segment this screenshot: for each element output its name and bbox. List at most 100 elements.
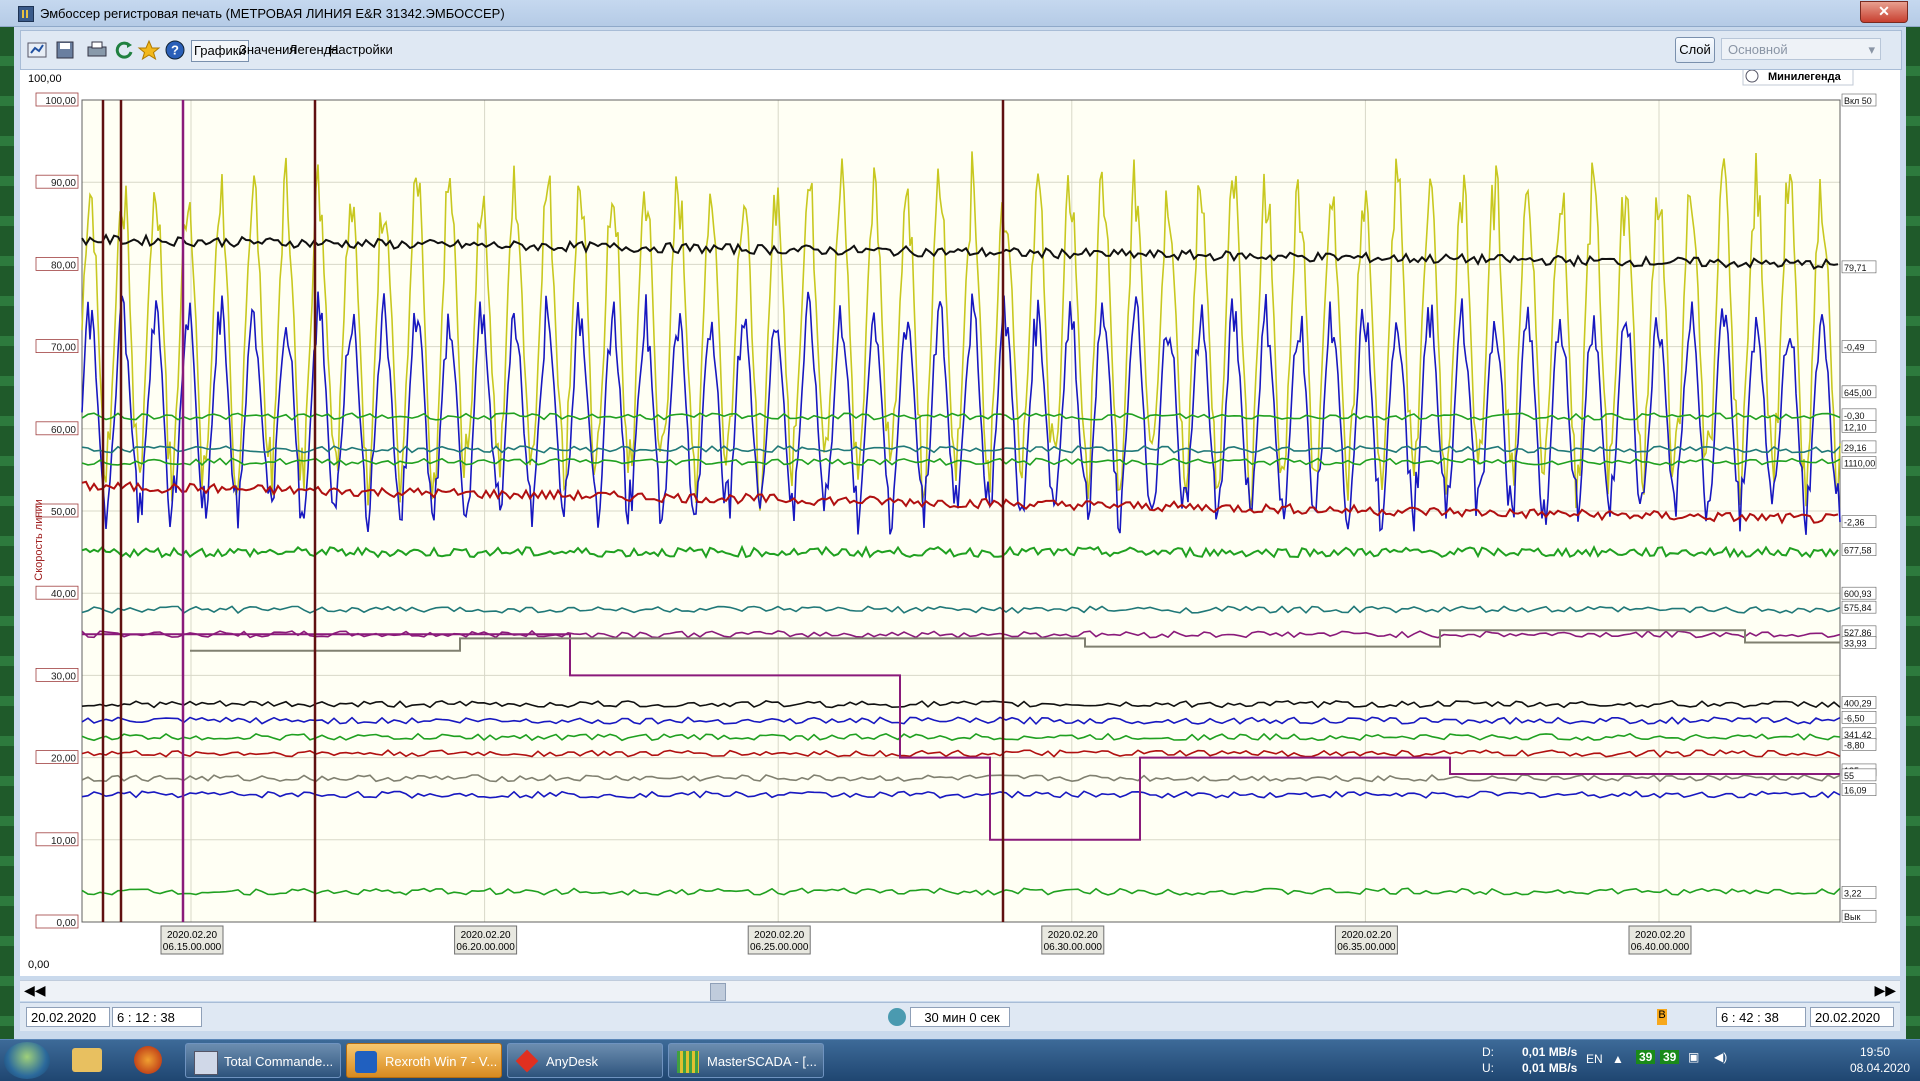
end-time-field[interactable]: 6 : 42 : 38 xyxy=(1716,1007,1806,1027)
period-field[interactable]: 30 мин 0 сек xyxy=(910,1007,1010,1027)
firefox-icon[interactable] xyxy=(134,1046,162,1074)
task-masterscada[interactable]: MasterSCADA - [... xyxy=(668,1043,824,1078)
chart-top-value: 100,00 xyxy=(28,73,62,85)
task-anydesk[interactable]: AnyDesk xyxy=(507,1043,663,1078)
x-tick-time: 06.15.00.000 xyxy=(163,942,222,953)
right-value-label: 29,16 xyxy=(1844,443,1867,453)
desktop-right-edge xyxy=(1906,26,1920,1039)
time-scrollbar[interactable]: ◀◀ ▶▶ xyxy=(20,980,1900,1001)
scroll-left-icon[interactable]: ◀◀ xyxy=(24,982,46,999)
tray-badge-1[interactable]: 39 xyxy=(1636,1050,1656,1064)
rexroth-icon xyxy=(355,1051,377,1073)
chart-area[interactable]: 100,00 90,00 80,00 70,00 60,00 50,00 40,00 30,0… xyxy=(20,70,1900,976)
period-refresh-icon[interactable] xyxy=(888,1008,906,1026)
right-value-label: 400,29 xyxy=(1844,699,1872,709)
net-download-value: 0,01 MB/s xyxy=(1522,1045,1578,1059)
period-value: 30 мин 0 сек xyxy=(924,1010,1000,1025)
minilegend-label: Минилегенда xyxy=(1768,71,1842,83)
trend-settings-icon[interactable] xyxy=(25,39,49,61)
x-tick-date: 2020.02.20 xyxy=(754,930,804,941)
right-value-label: 575,84 xyxy=(1844,603,1872,613)
toolbar: ? Графики Значения Легенда Настройки Сло… xyxy=(20,30,1902,70)
chart-bottom-value: 0,00 xyxy=(28,959,49,971)
layer-select-value: Основной xyxy=(1728,42,1788,57)
right-value-label: 677,58 xyxy=(1844,546,1872,556)
y-tick-label: 40,00 xyxy=(51,589,76,600)
start-time-value: 6 : 12 : 38 xyxy=(117,1010,175,1025)
language-indicator[interactable]: EN xyxy=(1586,1052,1603,1066)
anydesk-icon xyxy=(515,1049,539,1073)
x-tick-time: 06.30.00.000 xyxy=(1044,942,1103,953)
title-bar[interactable]: Эмбоссер регистровая печать (МЕТРОВАЯ ЛИ… xyxy=(0,0,1920,27)
right-value-label: Вык xyxy=(1844,912,1860,922)
y-tick-label: 80,00 xyxy=(51,260,76,271)
right-value-label: -0,30 xyxy=(1844,411,1865,421)
clock-date[interactable]: 08.04.2020 xyxy=(1850,1061,1910,1075)
y-axis-title: Скорость линии xyxy=(33,499,45,581)
help-icon[interactable]: ? xyxy=(163,39,187,61)
y-tick-label: 50,00 xyxy=(51,507,76,518)
right-value-label: 79,71 xyxy=(1844,263,1867,273)
task-rexroth[interactable]: Rexroth Win 7 - V... xyxy=(346,1043,502,1078)
end-time-value: 6 : 42 : 38 xyxy=(1721,1010,1779,1025)
explorer-icon[interactable] xyxy=(72,1048,102,1072)
layer-select[interactable]: Основной ▾ xyxy=(1721,38,1881,60)
x-tick-date: 2020.02.20 xyxy=(167,930,217,941)
right-value-label: -8,80 xyxy=(1844,740,1865,750)
right-value-label: 645,00 xyxy=(1844,388,1872,398)
print-icon[interactable] xyxy=(85,39,109,61)
refresh-icon[interactable] xyxy=(113,39,137,61)
right-value-label: 33,93 xyxy=(1844,639,1867,649)
start-date-field[interactable]: 20.02.2020 xyxy=(26,1007,110,1027)
net-upload-value: 0,01 MB/s xyxy=(1522,1061,1578,1075)
y-tick-label: 100,00 xyxy=(45,96,76,107)
right-value-label: 16,09 xyxy=(1844,786,1867,796)
clock-time[interactable]: 19:50 xyxy=(1860,1045,1890,1059)
y-tick-label: 70,00 xyxy=(51,343,76,354)
right-value-label: 600,93 xyxy=(1844,589,1872,599)
favorite-star-icon[interactable] xyxy=(137,39,161,61)
right-value-label: -6,50 xyxy=(1844,713,1865,723)
scroll-right-icon[interactable]: ▶▶ xyxy=(1874,982,1896,999)
y-tick-label: 60,00 xyxy=(51,425,76,436)
app-window: Эмбоссер регистровая печать (МЕТРОВАЯ ЛИ… xyxy=(0,0,1920,1039)
y-tick-label: 0,00 xyxy=(57,918,77,929)
x-tick-date: 2020.02.20 xyxy=(1341,930,1391,941)
trend-chart[interactable]: 100,00 90,00 80,00 70,00 60,00 50,00 40,00 30,0… xyxy=(20,70,1900,976)
x-tick-time: 06.35.00.000 xyxy=(1337,942,1396,953)
close-button[interactable]: ✕ xyxy=(1860,1,1908,23)
layer-button[interactable]: Слой xyxy=(1675,37,1715,63)
tray-badge-2[interactable]: 39 xyxy=(1660,1050,1680,1064)
task-total-commander[interactable]: Total Commande... xyxy=(185,1043,341,1078)
scroll-thumb[interactable] xyxy=(710,983,726,1001)
x-tick-time: 06.25.00.000 xyxy=(750,942,809,953)
tray-expand-icon[interactable]: ▲ xyxy=(1612,1052,1624,1066)
x-tick-date: 2020.02.20 xyxy=(461,930,511,941)
task-rexroth-label: Rexroth Win 7 - V... xyxy=(385,1054,498,1069)
task-masterscada-label: MasterSCADA - [... xyxy=(707,1054,817,1069)
task-total-commander-label: Total Commande... xyxy=(224,1054,334,1069)
svg-text:?: ? xyxy=(171,43,179,58)
task-anydesk-label: AnyDesk xyxy=(546,1054,599,1069)
right-value-label: 55 xyxy=(1844,771,1854,781)
x-tick-time: 06.40.00.000 xyxy=(1631,942,1690,953)
window-title: Эмбоссер регистровая печать (МЕТРОВАЯ ЛИ… xyxy=(40,6,505,21)
end-date-value: 20.02.2020 xyxy=(1815,1010,1881,1025)
right-value-label: Вкл 50 xyxy=(1844,96,1872,106)
chevron-down-icon[interactable] xyxy=(1745,70,1759,83)
net-upload-label: U: xyxy=(1482,1061,1494,1075)
chevron-down-icon: ▾ xyxy=(1868,42,1875,57)
start-date-value: 20.02.2020 xyxy=(31,1010,97,1025)
start-button[interactable] xyxy=(4,1042,50,1079)
tray-volume-icon[interactable]: ◀) xyxy=(1714,1050,1727,1064)
right-value-label: 1110,00 xyxy=(1844,459,1875,469)
y-tick-label: 90,00 xyxy=(51,178,76,189)
right-value-label: 12,10 xyxy=(1844,422,1867,432)
save-icon[interactable] xyxy=(53,39,77,61)
end-date-field[interactable]: 20.02.2020 xyxy=(1810,1007,1894,1027)
tab-settings[interactable]: Настройки xyxy=(327,40,395,60)
tray-network-icon[interactable]: ▣ xyxy=(1688,1050,1699,1064)
masterscada-icon xyxy=(677,1051,699,1073)
start-time-field[interactable]: 6 : 12 : 38 xyxy=(112,1007,202,1027)
y-tick-label: 30,00 xyxy=(51,671,76,682)
